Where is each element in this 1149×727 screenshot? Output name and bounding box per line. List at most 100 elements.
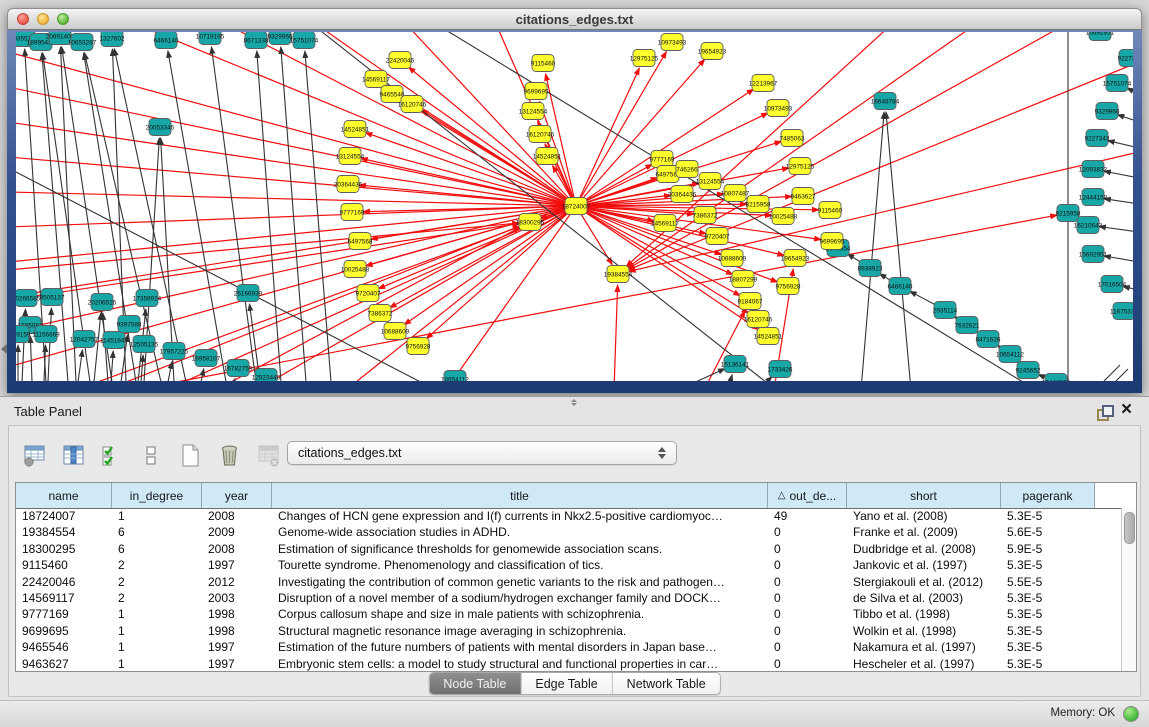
- graph-node[interactable]: 19654923: [781, 250, 810, 267]
- graph-node[interactable]: 8471626: [976, 331, 1001, 348]
- table-cell[interactable]: 0: [768, 606, 847, 622]
- table-cell[interactable]: [1095, 639, 1121, 655]
- graph-node[interactable]: 12975125: [786, 158, 815, 175]
- table-cell[interactable]: Hescheler et al. (1997): [847, 656, 1001, 671]
- graph-edge[interactable]: [1104, 171, 1133, 178]
- table-cell[interactable]: Wolkin et al. (1998): [847, 623, 1001, 639]
- graph-edge[interactable]: [1104, 365, 1120, 381]
- table-cell[interactable]: 9777169: [16, 606, 112, 622]
- table-cell[interactable]: 1998: [202, 606, 272, 622]
- graph-edge[interactable]: [728, 375, 732, 381]
- graph-edge[interactable]: [1108, 141, 1133, 148]
- graph-node[interactable]: 14569117: [362, 71, 390, 88]
- trash-icon[interactable]: [216, 442, 242, 468]
- table-cell[interactable]: 5.3E-5: [1001, 656, 1095, 671]
- table-cell[interactable]: 1997: [202, 656, 272, 671]
- table-cell[interactable]: [1095, 590, 1121, 606]
- table-cell[interactable]: 1997: [202, 639, 272, 655]
- column-header-year[interactable]: year: [202, 483, 272, 508]
- table-row[interactable]: 911546021997Tourette syndrome. Phenomeno…: [16, 557, 1121, 573]
- graph-edge[interactable]: [16, 206, 576, 227]
- table-cell[interactable]: 5.3E-5: [1001, 606, 1095, 622]
- split-handle[interactable]: [569, 398, 579, 407]
- graph-node[interactable]: 7632621: [955, 317, 980, 334]
- table-cell[interactable]: Jankovic et al. (1997): [847, 557, 1001, 573]
- table-cell[interactable]: [1095, 623, 1121, 639]
- graph-node[interactable]: 12444158: [1079, 189, 1108, 206]
- table-cell[interactable]: 9463627: [16, 656, 112, 671]
- graph-node[interactable]: 11451947: [100, 332, 128, 349]
- graph-node[interactable]: 19654923: [698, 43, 727, 60]
- table-row[interactable]: 1938455462009Genome-wide association stu…: [16, 524, 1121, 540]
- graph-node[interactable]: 10025488: [769, 208, 798, 225]
- table-cell[interactable]: 49: [768, 508, 847, 524]
- table-row[interactable]: 1456911722003Disruption of a novel membe…: [16, 590, 1121, 606]
- graph-edge[interactable]: [168, 51, 226, 381]
- show-columns-icon[interactable]: [60, 442, 86, 468]
- graph-node[interactable]: 9227343: [1118, 50, 1133, 67]
- graph-node[interactable]: 15692951: [1079, 246, 1108, 263]
- table-cell[interactable]: [1095, 574, 1121, 590]
- graph-node[interactable]: 7386372: [693, 207, 718, 224]
- table-cell[interactable]: [1095, 656, 1121, 671]
- table-cell[interactable]: 2012: [202, 574, 272, 590]
- graph-node[interactable]: 9463627: [791, 188, 816, 205]
- graph-node[interactable]: 7485063: [780, 130, 805, 147]
- graph-node[interactable]: 12923446: [252, 369, 281, 382]
- graph-edge[interactable]: [16, 122, 576, 206]
- table-cell[interactable]: 14569117: [16, 590, 112, 606]
- graph-node[interactable]: 9319159: [16, 326, 31, 343]
- graph-edge[interactable]: [16, 172, 436, 381]
- table-row[interactable]: 1872400712008Changes of HCN gene express…: [16, 508, 1121, 524]
- window-titlebar[interactable]: citations_edges.txt: [7, 8, 1142, 30]
- close-panel-button[interactable]: ×: [1121, 398, 1132, 422]
- table-cell[interactable]: 9465546: [16, 639, 112, 655]
- table-cell[interactable]: 2: [112, 574, 202, 590]
- graph-edge[interactable]: [61, 47, 76, 381]
- table-cell[interactable]: Dudbridge et al. (2008): [847, 541, 1001, 557]
- graph-node[interactable]: 6466140: [154, 32, 179, 49]
- table-cell[interactable]: 18300295: [16, 541, 112, 557]
- table-cell[interactable]: 0: [768, 656, 847, 671]
- graph-node[interactable]: 11156869: [32, 326, 60, 343]
- graph-node[interactable]: 16120746: [744, 311, 773, 328]
- float-panel-button[interactable]: [1097, 405, 1112, 419]
- graph-edge[interactable]: [576, 51, 666, 206]
- graph-node[interactable]: 15751074: [290, 32, 319, 49]
- graph-edge[interactable]: [628, 32, 1066, 269]
- graph-edge[interactable]: [234, 379, 235, 381]
- graph-edge[interactable]: [1104, 256, 1133, 262]
- table-cell[interactable]: Genome-wide association studies in ADHD.: [272, 524, 768, 540]
- table-cell[interactable]: 1997: [202, 557, 272, 573]
- table-cell[interactable]: 1: [112, 639, 202, 655]
- table-cell[interactable]: 5.3E-5: [1001, 590, 1095, 606]
- graph-node[interactable]: 10973493: [658, 34, 687, 51]
- table-cell[interactable]: [1095, 606, 1121, 622]
- table-cell[interactable]: 1: [112, 623, 202, 639]
- graph-node[interactable]: 12975125: [630, 50, 659, 67]
- table-cell[interactable]: 2009: [202, 524, 272, 540]
- graph-node[interactable]: 9329966: [1095, 103, 1120, 120]
- graph-node[interactable]: 9115460: [531, 55, 556, 72]
- graph-node[interactable]: 25166939: [234, 285, 263, 302]
- graph-node[interactable]: 13124554: [336, 148, 365, 165]
- graph-node[interactable]: 14569117: [651, 215, 679, 232]
- new-column-icon[interactable]: [177, 442, 203, 468]
- table-cell[interactable]: Investigating the contribution of common…: [272, 574, 768, 590]
- graph-node[interactable]: 14524851: [341, 121, 370, 138]
- graph-node[interactable]: 1733426: [768, 361, 793, 378]
- column-header-out-de-[interactable]: △out_de...: [768, 483, 847, 508]
- table-cell[interactable]: [1095, 508, 1121, 524]
- graph-node[interactable]: 20053346: [146, 119, 175, 136]
- table-row[interactable]: 946554611997Estimation of the future num…: [16, 639, 1121, 655]
- graph-node[interactable]: 8215958: [746, 196, 771, 213]
- table-cell[interactable]: Stergiakouli et al. (2012): [847, 574, 1001, 590]
- graph-node[interactable]: 1327602: [100, 32, 125, 47]
- table-cell[interactable]: Estimation of significance thresholds fo…: [272, 541, 768, 557]
- graph-node[interactable]: 16120746: [526, 126, 555, 143]
- graph-edge[interactable]: [216, 227, 520, 381]
- tab-node-table[interactable]: Node Table: [429, 673, 521, 694]
- graph-node[interactable]: 11675334: [1110, 303, 1133, 320]
- graph-node[interactable]: 9720407: [705, 228, 730, 245]
- table-row[interactable]: 2242004622012Investigating the contribut…: [16, 574, 1121, 590]
